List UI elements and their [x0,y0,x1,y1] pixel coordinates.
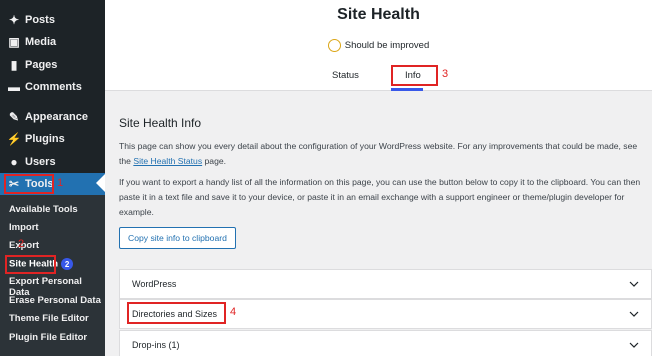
page-title: Site Health [337,6,420,23]
annotation-box-info-tab [391,65,438,86]
plugins-icon: ⚡ [6,132,22,146]
menu-media[interactable]: ▣ Media [0,31,105,53]
submenu-available-tools[interactable]: Available Tools [9,204,78,215]
chevron-down-icon [629,342,639,348]
copy-site-info-button[interactable]: Copy site info to clipboard [119,227,236,249]
chevron-down-icon [629,281,639,287]
menu-label: Users [25,156,56,168]
annotation-box-site-health [5,255,56,274]
annotation-number-3: 3 [442,68,449,80]
appearance-icon: ✎ [8,110,20,124]
media-icon: ▣ [8,35,20,49]
comments-icon: ▬ [8,80,20,94]
annotation-box-tools [4,174,54,194]
menu-appearance[interactable]: ✎ Appearance [0,106,105,128]
section-title: Site Health Info [119,116,202,130]
site-health-status-link[interactable]: Site Health Status [133,156,202,166]
active-tab-indicator [391,88,423,91]
pages-icon: ▮ [10,58,18,72]
status-text: Should be improved [344,40,430,51]
chevron-down-icon [629,311,639,317]
active-menu-arrow [96,174,105,192]
menu-comments[interactable]: ▬ Comments [0,76,105,98]
menu-label: Posts [25,14,55,26]
site-health-header: Site Health Should be improved Status In… [105,0,652,91]
users-icon: ● [10,155,18,169]
export-paragraph: If you want to export a handy list of al… [119,177,641,217]
annotation-number-2: 2 [18,238,25,250]
intro-text-after: page. [202,156,227,166]
menu-label: Media [25,36,57,48]
status-circle-icon [327,39,341,52]
submenu-plugin-file-editor[interactable]: Plugin File Editor [9,332,87,343]
menu-label: Comments [25,81,82,93]
tab-status[interactable]: Status [332,70,359,81]
site-health-badge: 2 [61,258,74,270]
annotation-number-1: 1 [57,177,64,189]
menu-plugins[interactable]: ⚡ Plugins [0,128,105,150]
menu-users[interactable]: ● Users [0,151,105,173]
pin-icon: ✦ [8,13,20,27]
menu-posts[interactable]: ✦ Posts [0,9,105,31]
accordion-drop-ins[interactable]: Drop-ins (1) [119,330,652,356]
annotation-number-4: 4 [230,306,237,318]
health-status: Should be improved [105,39,652,52]
submenu-theme-file-editor[interactable]: Theme File Editor [9,313,89,324]
menu-label: Plugins [25,133,65,145]
accordion-title: WordPress [132,279,177,289]
menu-label: Appearance [25,111,88,123]
accordion-wordpress[interactable]: WordPress [119,269,652,299]
accordion-title: Drop-ins (1) [132,340,180,350]
submenu-erase-personal-data[interactable]: Erase Personal Data [9,295,101,306]
menu-label: Pages [25,59,58,71]
annotation-box-directories [127,302,226,324]
intro-paragraph: This page can show you every detail abou… [119,139,649,169]
submenu-import[interactable]: Import [9,222,39,233]
menu-pages[interactable]: ▮ Pages [0,54,105,76]
tools-submenu: Available Tools Import Export Site Healt… [0,195,105,356]
